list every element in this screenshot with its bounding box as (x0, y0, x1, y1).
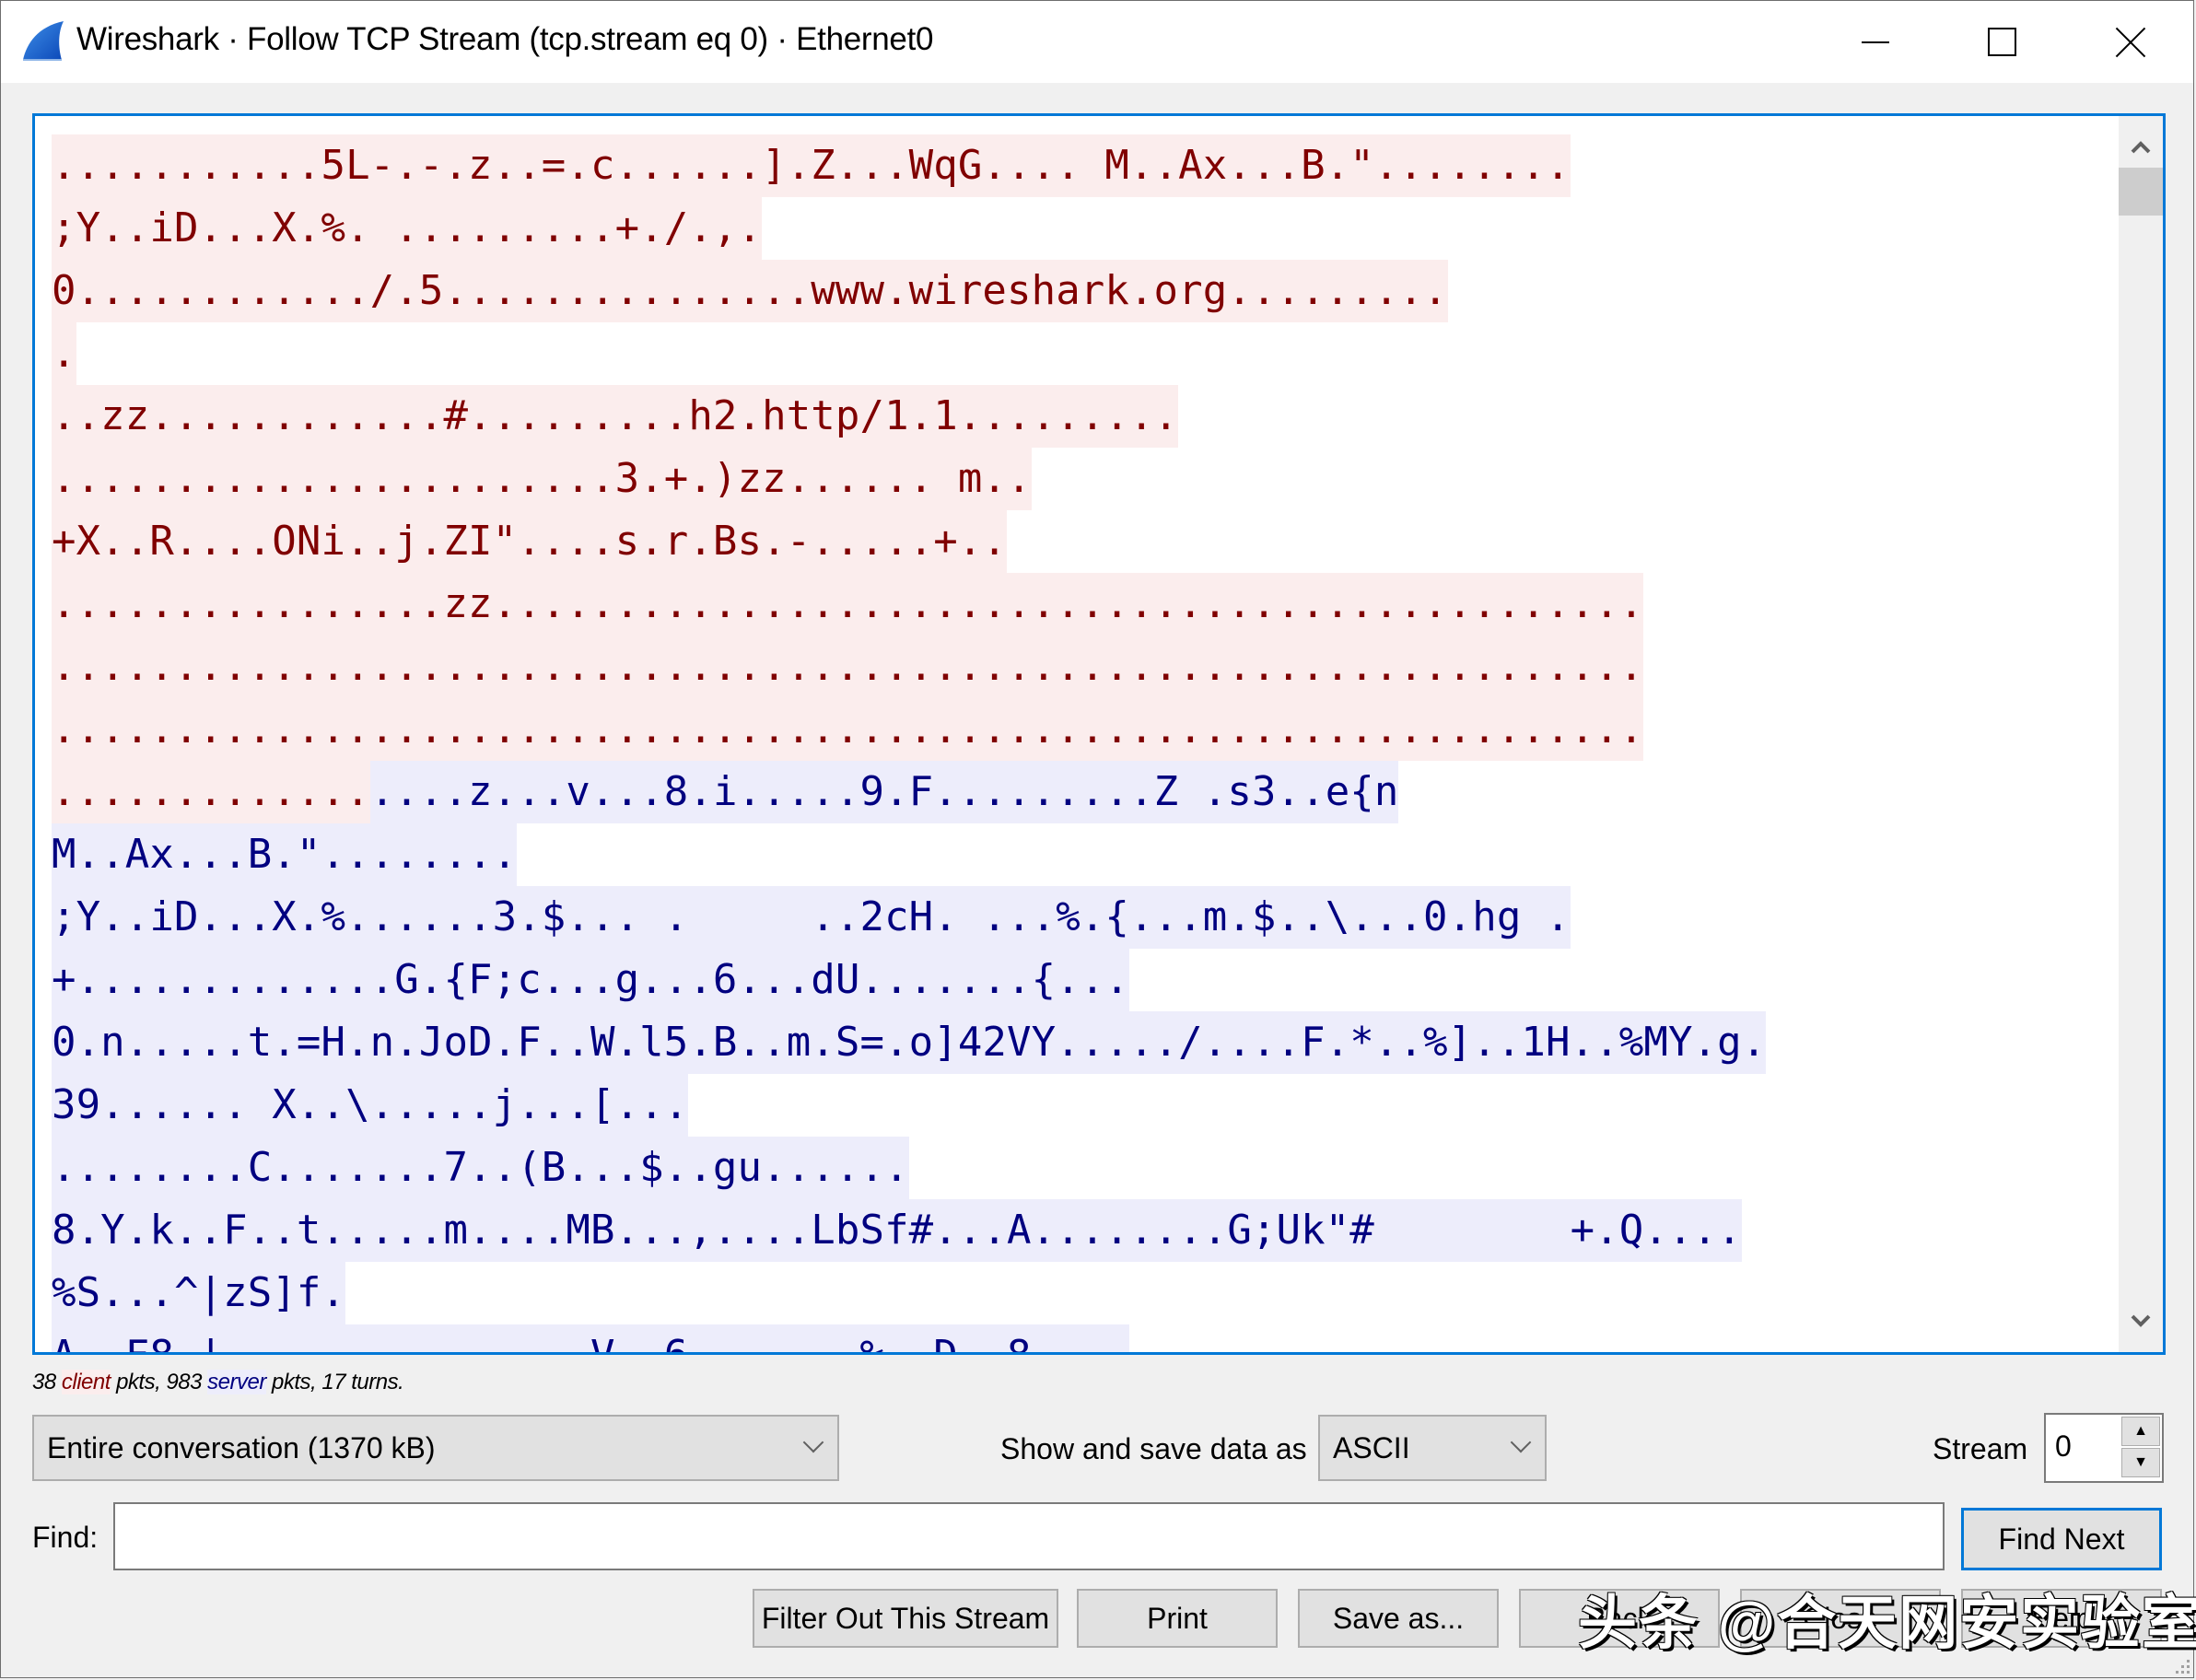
stream-line: ................zz......................… (52, 573, 2109, 636)
maximize-button[interactable] (1937, 1, 2066, 83)
client-data-segment: ............. (52, 761, 370, 823)
summary-text: pkts, (110, 1370, 167, 1394)
client-data-segment: ........................................… (52, 698, 1644, 761)
stream-line: 39...... X..\.....j...[... (52, 1074, 2109, 1137)
stream-line: 8.Y.k..F..t.....m....MB...,....LbSf#...A… (52, 1199, 2109, 1262)
close-button[interactable]: Close (1740, 1589, 1941, 1648)
minimize-button[interactable] (1811, 1, 1940, 83)
client-label: client (61, 1370, 111, 1394)
stream-line: ...........5L-.-.z..=.c......].Z...WqG..… (52, 134, 2109, 197)
chevron-down-icon (2131, 1314, 2151, 1327)
stream-line: 0.n.....t.=H.n.JoD.F..W.l5.B..m.S=.o]42V… (52, 1011, 2109, 1074)
stream-line: . (52, 322, 2109, 385)
server-label: server (207, 1370, 266, 1394)
title-bar[interactable]: Wireshark · Follow TCP Stream (tcp.strea… (1, 1, 2193, 83)
server-packet-count: 983 (166, 1370, 202, 1394)
server-data-segment: ........C.......7..(B...$..gu...... (52, 1137, 909, 1199)
stream-line: ........................................… (52, 636, 2109, 698)
stream-line: A..F8.|...............V..6.......%..D..8… (52, 1324, 2109, 1352)
server-data-segment: ....z...v...8.i.....9.F.........Z .s3..e… (369, 761, 1399, 823)
find-label: Find: (32, 1521, 99, 1554)
triangle-up-icon: ▲ (2133, 1423, 2148, 1439)
filter-out-stream-button[interactable]: Filter Out This Stream (753, 1589, 1058, 1648)
stream-number-spinbox[interactable]: 0 ▲ ▼ (2044, 1413, 2164, 1483)
stream-number-value[interactable]: 0 (2055, 1429, 2072, 1464)
stream-line: .................z...v...8.i.....9.F....… (52, 761, 2109, 823)
scroll-down-button[interactable] (2119, 1299, 2163, 1343)
stream-line: ........................................… (52, 698, 2109, 761)
save-as-button[interactable]: Save as... (1298, 1589, 1499, 1648)
summary-tail-text: pkts, 17 turns. (265, 1370, 404, 1394)
client-packet-count: 38 (32, 1370, 56, 1394)
stream-decrement-button[interactable]: ▼ (2121, 1448, 2160, 1477)
help-button[interactable]: Help (1961, 1589, 2162, 1648)
data-format-select[interactable]: ASCII (1318, 1415, 1547, 1481)
stream-line: +.............G.{F;c...g...6...dU.......… (52, 949, 2109, 1011)
client-data-segment: ..zz............#.........h2.http/1.1...… (52, 385, 1179, 448)
follow-tcp-stream-window: Wireshark · Follow TCP Stream (tcp.strea… (0, 0, 2196, 1678)
chevron-down-icon (1510, 1431, 1532, 1453)
scroll-thumb[interactable] (2119, 168, 2163, 216)
server-data-segment: 39...... X..\.....j...[... (52, 1074, 689, 1137)
triangle-down-icon: ▼ (2133, 1454, 2148, 1470)
find-next-button[interactable]: Find Next (1961, 1508, 2162, 1570)
server-data-segment: A..F8.|...............V..6.......%..D..8… (52, 1324, 1129, 1352)
server-data-segment: 8.Y.k..F..t.....m....MB...,....LbSf#...A… (52, 1199, 1742, 1262)
close-icon (2116, 28, 2145, 57)
server-data-segment: 0.n.....t.=H.n.JoD.F..W.l5.B..m.S=.o]42V… (52, 1011, 1767, 1074)
stream-increment-button[interactable]: ▲ (2121, 1417, 2160, 1446)
server-data-segment: M..Ax...B."........ (52, 823, 518, 886)
chevron-down-icon (802, 1431, 824, 1453)
stream-line: +X..R....ONi..j.ZI"....s.r.Bs.-.....+.. (52, 510, 2109, 573)
maximize-icon (1987, 28, 2016, 56)
client-data-segment: 0............/.5...............www.wires… (52, 260, 1448, 322)
wireshark-fin-icon (21, 19, 67, 62)
server-data-segment: ;Y..iD...X.%......3.$... . ..2cH. ...%.{… (52, 886, 1571, 949)
stream-label: Stream (1933, 1432, 2028, 1465)
stream-line: 0............/.5...............www.wires… (52, 260, 2109, 322)
data-format-value: ASCII (1333, 1430, 1410, 1464)
stream-line: M..Ax...B."........ (52, 823, 2109, 886)
stream-line: ;Y..iD...X.%. .........+./.,. (52, 197, 2109, 260)
stream-line: .......................3.+.)zz...... m.. (52, 448, 2109, 510)
client-data-segment: +X..R....ONi..j.ZI"....s.r.Bs.-.....+.. (52, 510, 1008, 573)
conversation-select[interactable]: Entire conversation (1370 kB) (32, 1415, 839, 1481)
client-data-segment: ................zz......................… (52, 573, 1644, 636)
back-button[interactable]: Back (1519, 1589, 1720, 1648)
client-data-segment: ........................................… (52, 636, 1644, 698)
stream-summary: 38 client pkts, 983 server pkts, 17 turn… (32, 1370, 404, 1395)
stream-line: ..zz............#.........h2.http/1.1...… (52, 385, 2109, 448)
client-data-segment: .......................3.+.)zz...... m.. (52, 448, 1032, 510)
stream-line: %S...^|zS]f. (52, 1262, 2109, 1324)
minimize-icon (1862, 41, 1889, 43)
client-data-segment: . (52, 322, 76, 385)
server-data-segment: %S...^|zS]f. (52, 1262, 346, 1324)
stream-line: ........C.......7..(B...$..gu...... (52, 1137, 2109, 1199)
close-window-button[interactable] (2066, 1, 2195, 83)
format-label: Show and save data as (1000, 1432, 1307, 1465)
client-data-segment: ...........5L-.-.z..=.c......].Z...WqG..… (52, 134, 1571, 197)
scroll-up-button[interactable] (2119, 125, 2163, 169)
server-data-segment: +.............G.{F;c...g...6...dU.......… (52, 949, 1129, 1011)
conversation-select-value: Entire conversation (1370 kB) (47, 1430, 436, 1464)
chevron-up-icon (2131, 141, 2151, 154)
stream-line: ;Y..iD...X.%......3.$... . ..2cH. ...%.{… (52, 886, 2109, 949)
print-button[interactable]: Print (1077, 1589, 1278, 1648)
client-data-segment: ;Y..iD...X.%. .........+./.,. (52, 197, 763, 260)
vertical-scrollbar[interactable] (2119, 116, 2163, 1352)
find-input[interactable] (113, 1502, 1945, 1570)
stream-text-view[interactable]: ...........5L-.-.z..=.c......].Z...WqG..… (32, 113, 2166, 1355)
stream-content[interactable]: ...........5L-.-.z..=.c......].Z...WqG..… (52, 134, 2109, 1352)
window-title: Wireshark · Follow TCP Stream (tcp.strea… (76, 21, 934, 57)
resize-grip-icon[interactable] (2171, 1651, 2190, 1674)
